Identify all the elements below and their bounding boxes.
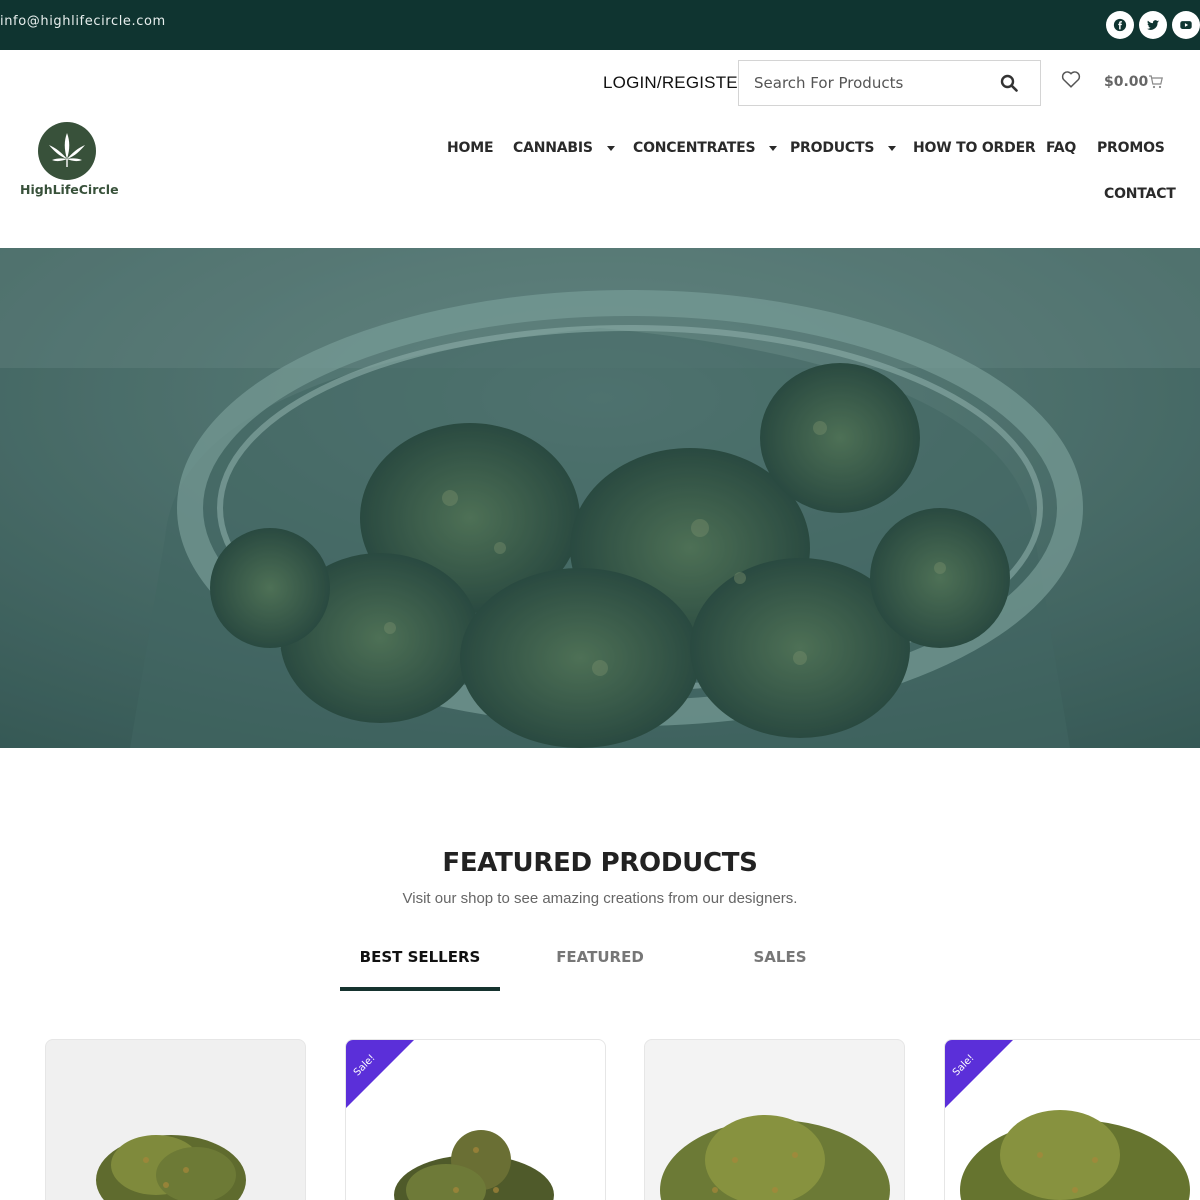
- site-logo[interactable]: HighLifeCircle: [20, 122, 119, 202]
- brand-name: HighLifeCircle: [20, 182, 119, 197]
- nav-cannabis[interactable]: CANNABIS: [513, 140, 615, 156]
- product-card[interactable]: [45, 1039, 306, 1200]
- product-image: [96, 1135, 246, 1200]
- hero-banner-image: [0, 248, 1200, 748]
- contact-email[interactable]: info@highlifecircle.com: [0, 14, 166, 29]
- caret-down-icon: [888, 145, 897, 151]
- caret-down-icon: [769, 145, 778, 151]
- nav-faq[interactable]: FAQ: [1046, 140, 1076, 156]
- sale-badge: Sale!: [346, 1040, 414, 1108]
- top-bar: info@highlifecircle.com: [0, 0, 1200, 50]
- login-register-link[interactable]: LOGIN/REGISTER: [603, 73, 750, 93]
- section-subtitle: Visit our shop to see amazing creations …: [402, 890, 798, 907]
- search-icon: [1000, 74, 1018, 92]
- nav-products[interactable]: PRODUCTS: [790, 140, 897, 156]
- product-search: [738, 60, 1041, 106]
- cart-total[interactable]: $0.00: [1104, 74, 1148, 90]
- active-tab-indicator: [340, 987, 500, 991]
- facebook-icon[interactable]: [1106, 11, 1134, 39]
- nav-label: CONCENTRATES: [633, 140, 756, 156]
- nav-concentrates[interactable]: CONCENTRATES: [633, 140, 778, 156]
- product-card[interactable]: Sale!: [944, 1039, 1200, 1200]
- product-card[interactable]: [644, 1039, 905, 1200]
- cannabis-leaf-icon: [38, 122, 96, 180]
- sale-badge: Sale!: [945, 1040, 1013, 1108]
- nav-label: PRODUCTS: [790, 140, 875, 156]
- section-title: FEATURED PRODUCTS: [442, 848, 758, 878]
- nav-home[interactable]: HOME: [447, 140, 494, 156]
- tab-sales[interactable]: SALES: [700, 948, 860, 966]
- nav-label: CONTACT: [1104, 186, 1176, 202]
- tab-featured[interactable]: FEATURED: [520, 948, 680, 966]
- youtube-icon[interactable]: [1172, 11, 1200, 39]
- nav-label: HOW TO ORDER: [913, 140, 1036, 156]
- twitter-icon[interactable]: [1139, 11, 1167, 39]
- nav-promos[interactable]: PROMOS: [1097, 140, 1165, 156]
- nav-label: PROMOS: [1097, 140, 1165, 156]
- nav-contact[interactable]: CONTACT: [1104, 186, 1176, 202]
- cart-icon[interactable]: [1148, 74, 1164, 90]
- caret-down-icon: [606, 145, 615, 151]
- heart-icon[interactable]: [1060, 68, 1082, 90]
- search-input[interactable]: [739, 61, 979, 105]
- product-card[interactable]: Sale!: [345, 1039, 606, 1200]
- nav-label: CANNABIS: [513, 140, 593, 156]
- product-image: [660, 1115, 890, 1200]
- nav-how-to-order[interactable]: HOW TO ORDER: [913, 140, 1036, 156]
- search-button[interactable]: [977, 61, 1041, 105]
- tab-best-sellers[interactable]: BEST SELLERS: [340, 948, 500, 966]
- site-header: LOGIN/REGISTER $0.00: [0, 50, 1200, 248]
- nav-label: HOME: [447, 140, 494, 156]
- nav-label: FAQ: [1046, 140, 1077, 156]
